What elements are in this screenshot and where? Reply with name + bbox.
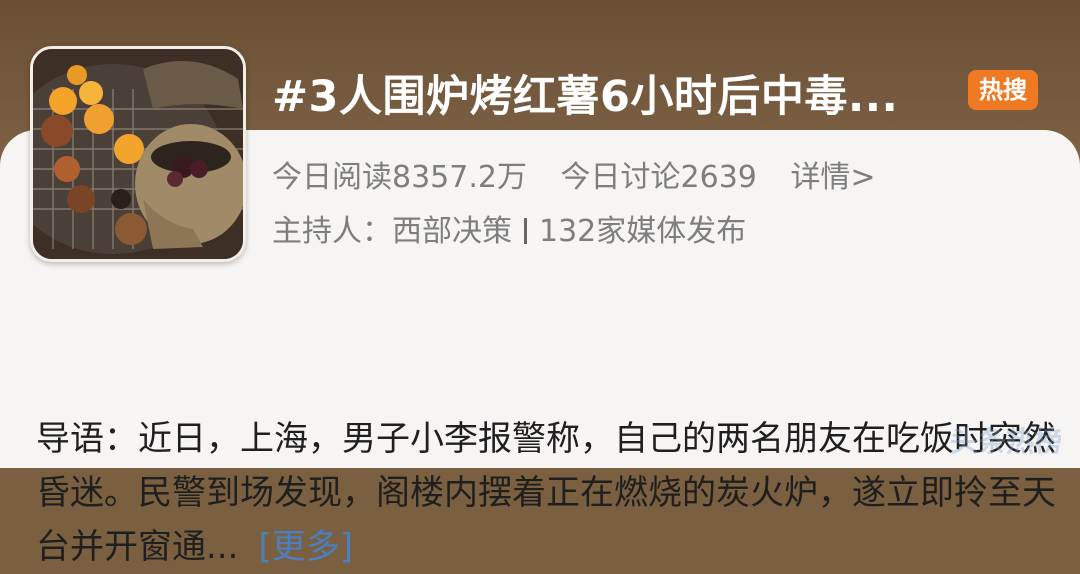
topic-stats: 今日阅读8357.2万 今日讨论2639 详情> xyxy=(272,152,900,196)
publisher-count: 132家媒体发布 xyxy=(539,214,747,249)
separator xyxy=(524,218,527,244)
topic-title[interactable]: #3人围炉烤红薯6小时后中毒... xyxy=(272,62,962,124)
discussion-count: 今日讨论2639 xyxy=(560,160,757,195)
watermark: 头条热榜 xyxy=(949,425,1062,458)
read-count: 今日阅读8357.2万 xyxy=(272,160,527,195)
topic-host-line: 主持人：西部决策 132家媒体发布 xyxy=(272,206,746,250)
more-link[interactable]: [更多] xyxy=(258,527,353,567)
topic-summary: 导语：近日，上海，男子小李报警称，自己的两名朋友在吃饭时突然昏迷。民警到场发现，… xyxy=(36,412,1056,574)
hot-search-badge: 热搜 xyxy=(968,70,1038,110)
summary-text: 导语：近日，上海，男子小李报警称，自己的两名朋友在吃饭时突然昏迷。民警到场发现，… xyxy=(36,419,1056,567)
host-name[interactable]: 主持人：西部决策 xyxy=(272,214,512,249)
details-link[interactable]: 详情> xyxy=(790,160,875,195)
topic-thumbnail[interactable] xyxy=(30,46,246,262)
charcoal-stove-icon xyxy=(33,49,243,259)
